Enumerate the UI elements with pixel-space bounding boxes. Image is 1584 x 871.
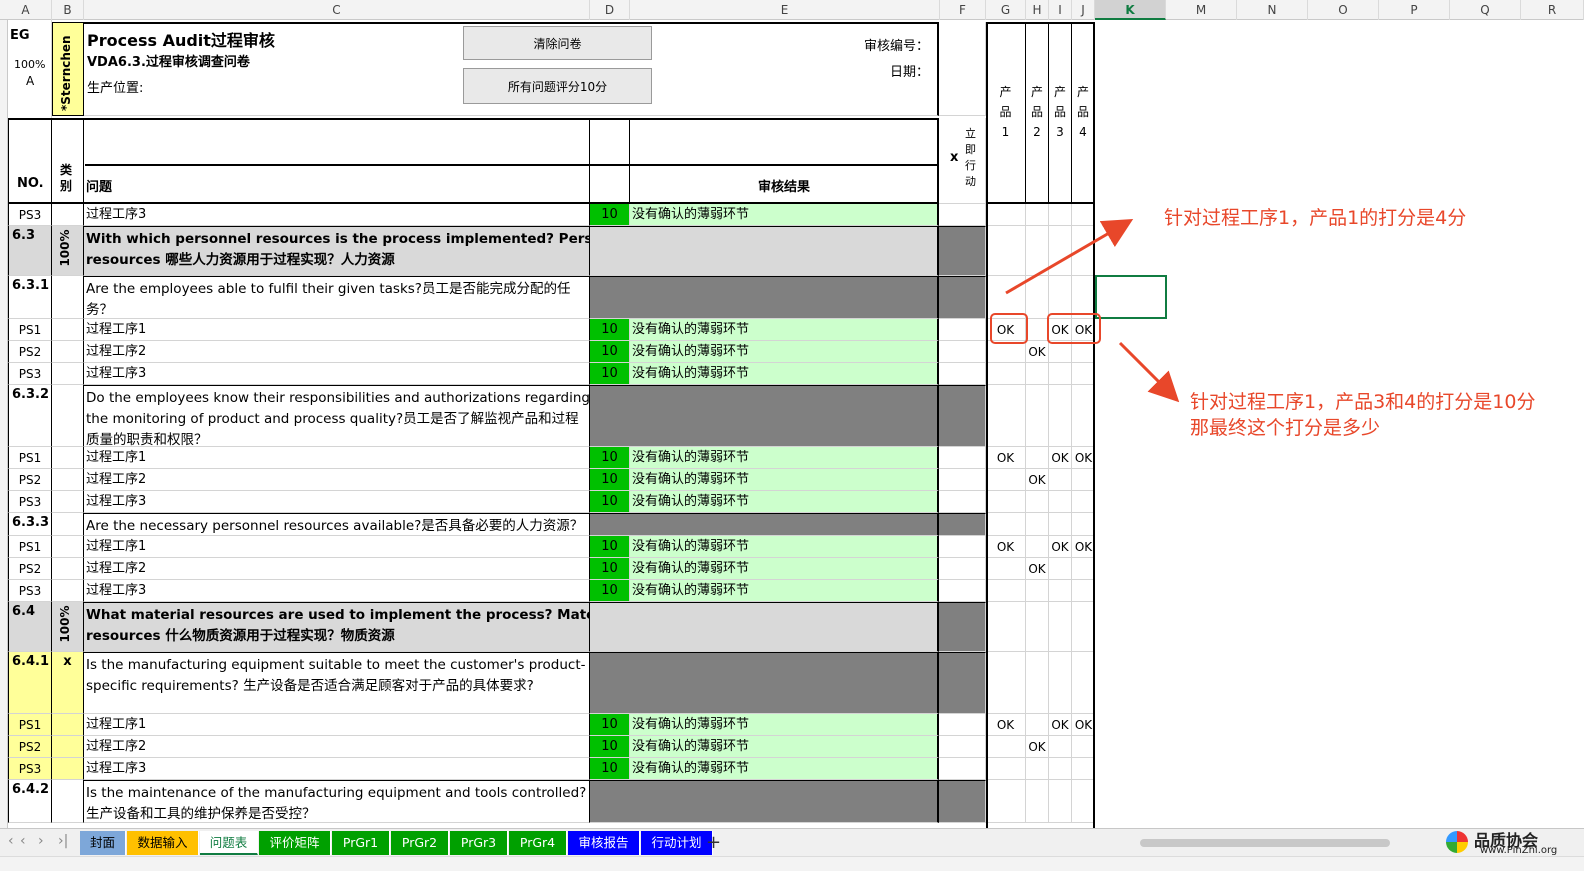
sheet-tab-2[interactable]: 问题表 <box>200 831 258 855</box>
highlight-box-product3-4 <box>1047 313 1101 344</box>
sheet-tab-bar: ‹ ‹ › ›| 封面 数据输入 问题表 评价矩阵 PrGr1 PrGr2 PrGr3 PrG… <box>0 828 1584 856</box>
annotation-product1: 针对过程工序1，产品1的打分是4分 <box>1164 207 1467 229</box>
prev-sheet-icon[interactable]: ‹ <box>8 833 14 849</box>
watermark-logo-icon <box>1446 831 1468 853</box>
status-bar <box>0 856 1584 871</box>
sheet-tab-1[interactable]: 数据输入 <box>127 831 199 855</box>
sheet-tab-0[interactable]: 封面 <box>80 831 126 855</box>
annotation-question: 那最终这个打分是多少 <box>1190 417 1381 439</box>
highlight-box-product1 <box>990 313 1028 344</box>
next-icon[interactable]: › <box>38 833 44 849</box>
arrow-1 <box>1005 218 1134 295</box>
sheet-tab-4[interactable]: PrGr1 <box>332 831 390 855</box>
add-sheet-button[interactable]: + <box>706 832 721 853</box>
annotation-product3-4: 针对过程工序1，产品3和4的打分是10分 <box>1190 391 1536 413</box>
sheet-tab-8[interactable]: 审核报告 <box>568 831 640 855</box>
watermark-url: www.PinZhi.org <box>1480 845 1558 856</box>
prev-icon[interactable]: ‹ <box>20 833 26 849</box>
arrow-2 <box>1118 341 1180 403</box>
last-sheet-icon[interactable]: ›| <box>58 833 68 849</box>
sheet-tab-9[interactable]: 行动计划 <box>641 831 713 855</box>
watermark: 品质协会 www.PinZhi.org <box>1440 829 1584 857</box>
sheet-tab-6[interactable]: PrGr3 <box>450 831 508 855</box>
sheet-tab-3[interactable]: 评价矩阵 <box>259 831 331 855</box>
sheet-tab-7[interactable]: PrGr4 <box>509 831 567 855</box>
sheet-tab-5[interactable]: PrGr2 <box>391 831 449 855</box>
horizontal-scrollbar[interactable] <box>1140 839 1390 847</box>
